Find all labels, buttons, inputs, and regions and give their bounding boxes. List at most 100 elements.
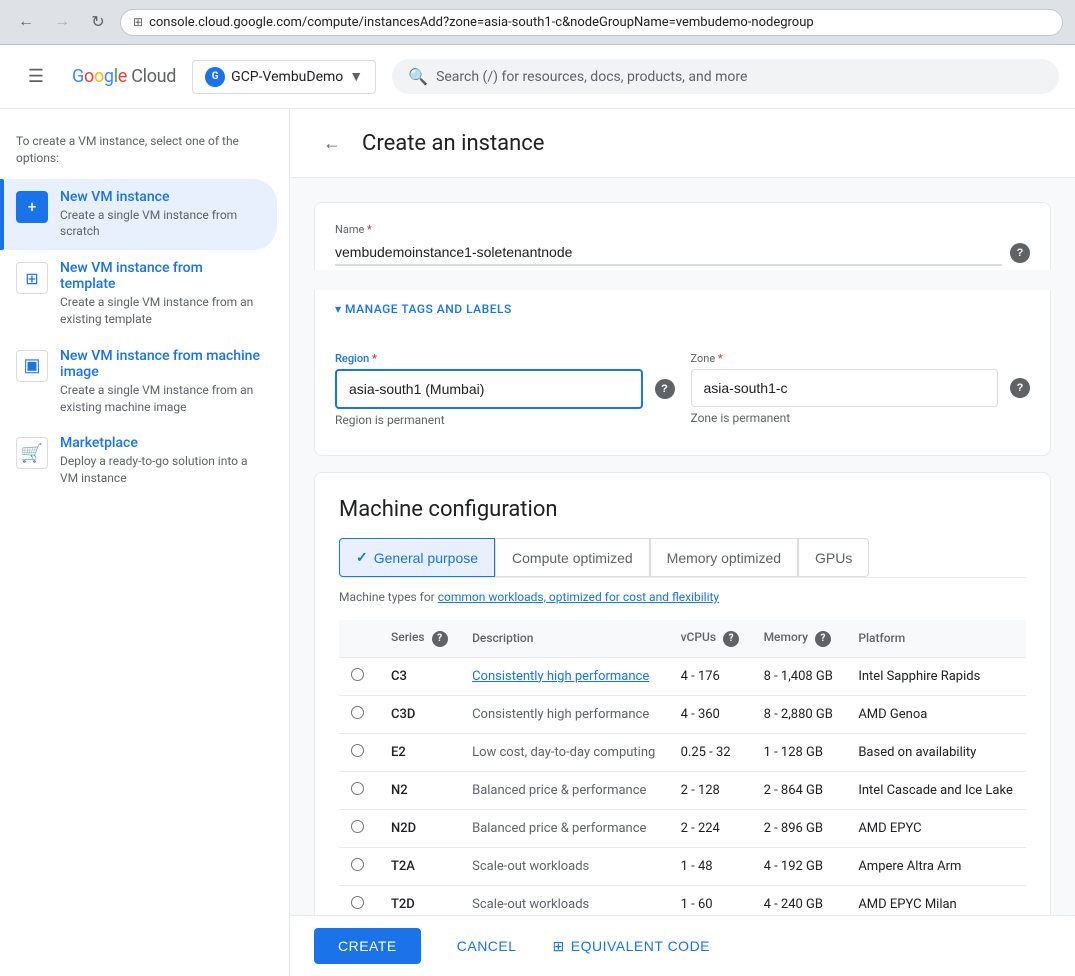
name-input-row: ?: [335, 240, 1030, 266]
browser-forward-btn[interactable]: →: [48, 8, 76, 36]
col-memory: Memory ?: [752, 620, 847, 657]
browser-address-bar[interactable]: ⊞ console.cloud.google.com/compute/insta…: [120, 9, 1063, 36]
radio-cell: [339, 771, 379, 809]
tab-compute-optimized[interactable]: Compute optimized: [495, 538, 650, 577]
tab-gpus[interactable]: GPUs: [798, 538, 869, 577]
sidebar-item-machine-image[interactable]: ▣ New VM instance from machine image Cre…: [0, 338, 277, 426]
header-search[interactable]: 🔍 Search (/) for resources, docs, produc…: [392, 59, 1059, 94]
name-input[interactable]: [335, 240, 1002, 266]
platform-cell: Intel Cascade and Ice Lake: [846, 771, 1026, 809]
manage-tags-section: ▾ MANAGE TAGS AND LABELS: [314, 290, 1051, 348]
machine-image-icon: ▣: [16, 350, 48, 382]
col-series: Series ?: [379, 620, 460, 657]
radio-cell: [339, 733, 379, 771]
project-dropdown-icon: ▼: [349, 68, 363, 85]
series-radio-c3[interactable]: [351, 668, 364, 681]
zone-label: Zone *: [691, 352, 1031, 365]
sidebar-item-marketplace[interactable]: 🛒 Marketplace Deploy a ready-to-go solut…: [0, 425, 277, 497]
browser-url: console.cloud.google.com/compute/instanc…: [149, 15, 814, 30]
series-cell: T2D: [379, 885, 460, 915]
sidebar: To create a VM instance, select one of t…: [0, 109, 290, 976]
vcpu-help-icon[interactable]: ?: [723, 631, 739, 647]
machine-config-title: Machine configuration: [339, 497, 1026, 522]
search-icon: 🔍: [408, 67, 428, 86]
tab-compute-label: Compute optimized: [512, 550, 633, 566]
vcpu-cell: 2 - 128: [669, 771, 752, 809]
content-inner: Name * ? ▾ MANAGE TAGS AND LABELS: [290, 178, 1075, 915]
vcpu-cell: 1 - 48: [669, 847, 752, 885]
cancel-button[interactable]: CANCEL: [433, 928, 541, 964]
memory-help-icon[interactable]: ?: [815, 631, 831, 647]
page-back-btn[interactable]: ←: [314, 125, 350, 161]
series-cell: C3: [379, 657, 460, 695]
new-vm-text-wrap: New VM instance Create a single VM insta…: [60, 189, 261, 241]
tab-general-label: General purpose: [374, 550, 478, 566]
table-row: C3D Consistently high performance 4 - 36…: [339, 695, 1026, 733]
sidebar-item-template[interactable]: ⊞ New VM instance from template Create a…: [0, 250, 277, 338]
marketplace-title: Marketplace: [60, 435, 261, 451]
series-cell: N2D: [379, 809, 460, 847]
chevron-down-icon: ▾: [335, 302, 341, 316]
search-placeholder-text: Search (/) for resources, docs, products…: [436, 69, 747, 85]
radio-cell: [339, 847, 379, 885]
region-select[interactable]: asia-south1 (Mumbai): [335, 369, 643, 409]
tab-description: Machine types for common workloads, opti…: [339, 590, 1026, 604]
common-workloads-link[interactable]: common workloads, optimized for cost and…: [438, 590, 719, 604]
name-help-btn[interactable]: ?: [1010, 243, 1030, 263]
table-row: E2 Low cost, day-to-day computing 0.25 -…: [339, 733, 1026, 771]
table-body: C3 Consistently high performance 4 - 176…: [339, 657, 1026, 915]
hamburger-icon: ☰: [28, 66, 44, 87]
create-button[interactable]: CREATE: [314, 928, 421, 964]
main-area: ← Create an instance Name * ?: [290, 109, 1075, 976]
radio-cell: [339, 657, 379, 695]
region-help-btn[interactable]: ?: [655, 379, 675, 399]
equivalent-code-label: EQUIVALENT CODE: [571, 938, 710, 954]
hamburger-btn[interactable]: ☰: [16, 57, 56, 97]
series-radio-t2d[interactable]: [351, 896, 364, 909]
address-icon: ⊞: [133, 15, 143, 29]
tab-memory-optimized[interactable]: Memory optimized: [650, 538, 798, 577]
manage-tags-link[interactable]: ▾ MANAGE TAGS AND LABELS: [335, 302, 1030, 316]
series-radio-t2a[interactable]: [351, 858, 364, 871]
zone-permanent-note: Zone is permanent: [691, 411, 1031, 425]
series-radio-c3d[interactable]: [351, 706, 364, 719]
series-cell: T2A: [379, 847, 460, 885]
series-radio-n2d[interactable]: [351, 820, 364, 833]
page-header: ← Create an instance: [290, 109, 1075, 178]
template-title: New VM instance from template: [60, 260, 261, 292]
desc-cell: Consistently high performance: [460, 695, 669, 733]
zone-help-btn[interactable]: ?: [1010, 378, 1030, 398]
c3-desc-link[interactable]: Consistently high performance: [472, 669, 649, 684]
template-icon: ⊞: [16, 262, 48, 294]
template-text-wrap: New VM instance from template Create a s…: [60, 260, 261, 328]
browser-reload-btn[interactable]: ↻: [84, 8, 112, 36]
vcpu-cell: 4 - 176: [669, 657, 752, 695]
equivalent-code-button[interactable]: ⊞ EQUIVALENT CODE: [553, 938, 710, 955]
series-help-icon[interactable]: ?: [432, 631, 448, 647]
project-selector[interactable]: G GCP-VembuDemo ▼: [192, 60, 376, 94]
marketplace-desc: Deploy a ready-to-go solution into a VM …: [60, 453, 261, 487]
page-layout: To create a VM instance, select one of t…: [0, 109, 1075, 976]
zone-select[interactable]: asia-south1-c: [691, 369, 999, 407]
tab-general-purpose[interactable]: ✓ General purpose: [339, 538, 495, 577]
region-label: Region *: [335, 352, 675, 365]
vcpu-cell: 4 - 360: [669, 695, 752, 733]
zone-field: Zone * asia-south1-c ? Zone is permanent: [691, 352, 1031, 427]
platform-cell: Ampere Altra Arm: [846, 847, 1026, 885]
desc-cell: Consistently high performance: [460, 657, 669, 695]
series-cell: C3D: [379, 695, 460, 733]
table-row: T2A Scale-out workloads 1 - 48 4 - 192 G…: [339, 847, 1026, 885]
region-permanent-note: Region is permanent: [335, 413, 675, 427]
region-zone-row: Region * asia-south1 (Mumbai) ? Region i…: [335, 352, 1030, 427]
vcpu-cell: 1 - 60: [669, 885, 752, 915]
series-radio-e2[interactable]: [351, 744, 364, 757]
vcpu-cell: 2 - 224: [669, 809, 752, 847]
series-cell: N2: [379, 771, 460, 809]
memory-cell: 4 - 192 GB: [752, 847, 847, 885]
sidebar-item-new-vm[interactable]: + New VM instance Create a single VM ins…: [0, 179, 277, 251]
name-label: Name *: [335, 223, 372, 236]
series-radio-n2[interactable]: [351, 782, 364, 795]
browser-back-btn[interactable]: ←: [12, 8, 40, 36]
memory-cell: 1 - 128 GB: [752, 733, 847, 771]
google-cloud-logo[interactable]: Google Cloud: [72, 66, 176, 87]
